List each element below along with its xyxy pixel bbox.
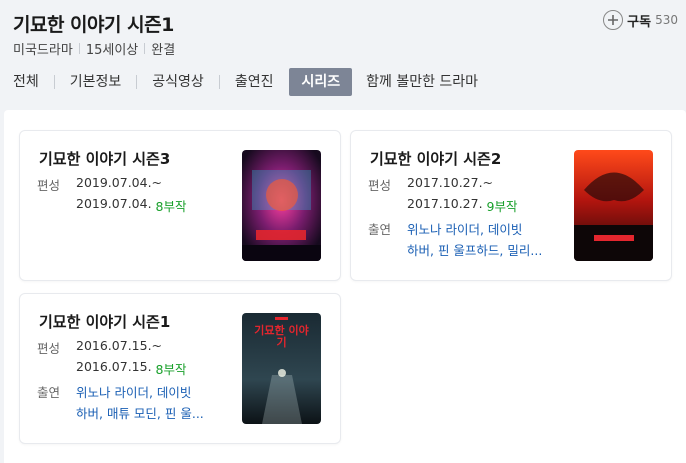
- period-row-end: 2019.07.04. 8부작: [37, 196, 187, 215]
- cast-link[interactable]: 위노나 라이더, 데이빗: [76, 382, 191, 401]
- tab-series[interactable]: 시리즈: [289, 68, 353, 96]
- program-title: 기묘한 이야기 시즌1: [13, 14, 174, 36]
- period-row-end: 2017.10.27. 9부작: [368, 196, 518, 215]
- series-title[interactable]: 기묘한 이야기 시즌3: [39, 148, 170, 169]
- cast-link[interactable]: 하버, 핀 울프하드, 밀리...: [407, 240, 542, 259]
- period-label: 편성: [368, 178, 392, 193]
- tab-related-dramas[interactable]: 함께 볼만한 드라마: [366, 68, 478, 96]
- period-end: 2019.07.04.: [76, 196, 152, 211]
- rating-label: 15세이상: [85, 43, 139, 58]
- tab-cast[interactable]: 출연진: [235, 68, 274, 96]
- period-end: 2016.07.15.: [76, 359, 152, 374]
- series-card-season1[interactable]: 기묘한 이야기 시즌1 편성 2016.07.15.~ 2016.07.15. …: [19, 293, 341, 444]
- period-start: 2016.07.15.~: [76, 338, 163, 353]
- subscribe-label: 구독: [627, 14, 652, 30]
- status-label: 완결: [151, 43, 176, 58]
- cast-row: 출연 위노나 라이더, 데이빗: [368, 219, 522, 238]
- cast-link[interactable]: 위노나 라이더, 데이빗: [407, 219, 522, 238]
- poster-title: 기묘한 이야기: [254, 324, 309, 349]
- cast-link[interactable]: 하버, 매튜 모딘, 핀 울...: [76, 403, 204, 422]
- divider: [136, 75, 138, 89]
- genre-label: 미국드라마: [13, 43, 73, 58]
- period-start: 2019.07.04.~: [76, 175, 163, 190]
- tab-basic-info[interactable]: 기본정보: [70, 68, 122, 96]
- episode-count: 8부작: [155, 362, 187, 377]
- series-card-season2[interactable]: 기묘한 이야기 시즌2 편성 2017.10.27.~ 2017.10.27. …: [350, 130, 672, 281]
- series-title[interactable]: 기묘한 이야기 시즌2: [370, 148, 501, 169]
- divider: [53, 75, 55, 89]
- period-label: 편성: [37, 178, 61, 193]
- subscribe-count: 530: [655, 13, 678, 27]
- series-poster[interactable]: 기묘한 이야기: [242, 313, 321, 424]
- series-poster[interactable]: [242, 150, 321, 261]
- cast-label: 출연: [37, 385, 61, 400]
- episode-count: 9부작: [486, 199, 518, 214]
- divider: [144, 43, 146, 54]
- divider: [78, 43, 80, 54]
- plus-icon: [603, 10, 624, 30]
- tab-bar: 전체 기본정보 공식영상 출연진 시리즈 함께 볼만한 드라마: [13, 67, 478, 97]
- cast-row: 하버, 매튜 모딘, 핀 울...: [37, 403, 204, 422]
- tab-official-video[interactable]: 공식영상: [152, 68, 204, 96]
- period-row: 편성 2019.07.04.~: [37, 175, 162, 194]
- subscribe-button[interactable]: 구독 530: [603, 10, 678, 30]
- divider: [218, 75, 220, 89]
- period-row: 편성 2016.07.15.~: [37, 338, 162, 357]
- period-label: 편성: [37, 341, 61, 356]
- series-card-season3[interactable]: 기묘한 이야기 시즌3 편성 2019.07.04.~ 2019.07.04. …: [19, 130, 341, 281]
- period-row-end: 2016.07.15. 8부작: [37, 359, 187, 378]
- series-poster[interactable]: [574, 150, 653, 261]
- program-meta: 미국드라마 15세이상 완결: [13, 39, 175, 58]
- program-header: 기묘한 이야기 시즌1 미국드라마 15세이상 완결 구독 530 전체 기본정…: [0, 0, 686, 104]
- cast-row: 출연 위노나 라이더, 데이빗: [37, 382, 191, 401]
- cast-label: 출연: [368, 222, 392, 237]
- period-row: 편성 2017.10.27.~: [368, 175, 493, 194]
- period-start: 2017.10.27.~: [407, 175, 494, 190]
- episode-count: 8부작: [155, 199, 187, 214]
- series-list: 기묘한 이야기 시즌3 편성 2019.07.04.~ 2019.07.04. …: [4, 110, 686, 463]
- cast-row: 하버, 핀 울프하드, 밀리...: [368, 240, 542, 259]
- series-title[interactable]: 기묘한 이야기 시즌1: [39, 311, 170, 332]
- period-end: 2017.10.27.: [407, 196, 483, 211]
- tab-all[interactable]: 전체: [13, 68, 39, 96]
